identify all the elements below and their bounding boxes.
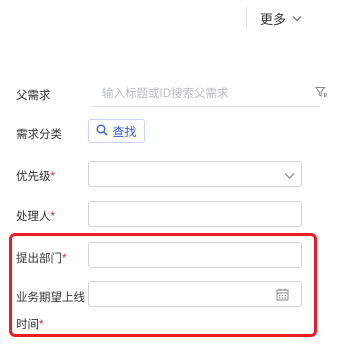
required-mark: * [50,171,55,183]
filter-icon[interactable] [314,86,327,101]
chevron-down-icon [284,169,295,183]
required-mark: * [50,211,55,223]
priority-select[interactable] [88,161,302,187]
chevron-down-icon [292,15,302,22]
header-divider [246,6,247,28]
more-menu-button[interactable]: 更多 [260,9,302,28]
category-label: 需求分类 [16,129,62,141]
parent-requirement-input[interactable]: 输入标题或ID搜索父需求 [92,85,320,107]
parent-requirement-label: 父需求 [16,90,51,102]
priority-label: 优先级* [16,171,55,183]
find-button-label: 查找 [112,124,137,139]
more-label: 更多 [260,12,287,27]
parent-requirement-placeholder: 输入标题或ID搜索父需求 [102,88,229,100]
assignee-input[interactable] [88,201,302,227]
find-button[interactable]: 查找 [88,119,145,143]
search-icon [96,124,108,139]
highlight-annotation-box [9,233,317,337]
assignee-label: 处理人* [16,211,55,223]
